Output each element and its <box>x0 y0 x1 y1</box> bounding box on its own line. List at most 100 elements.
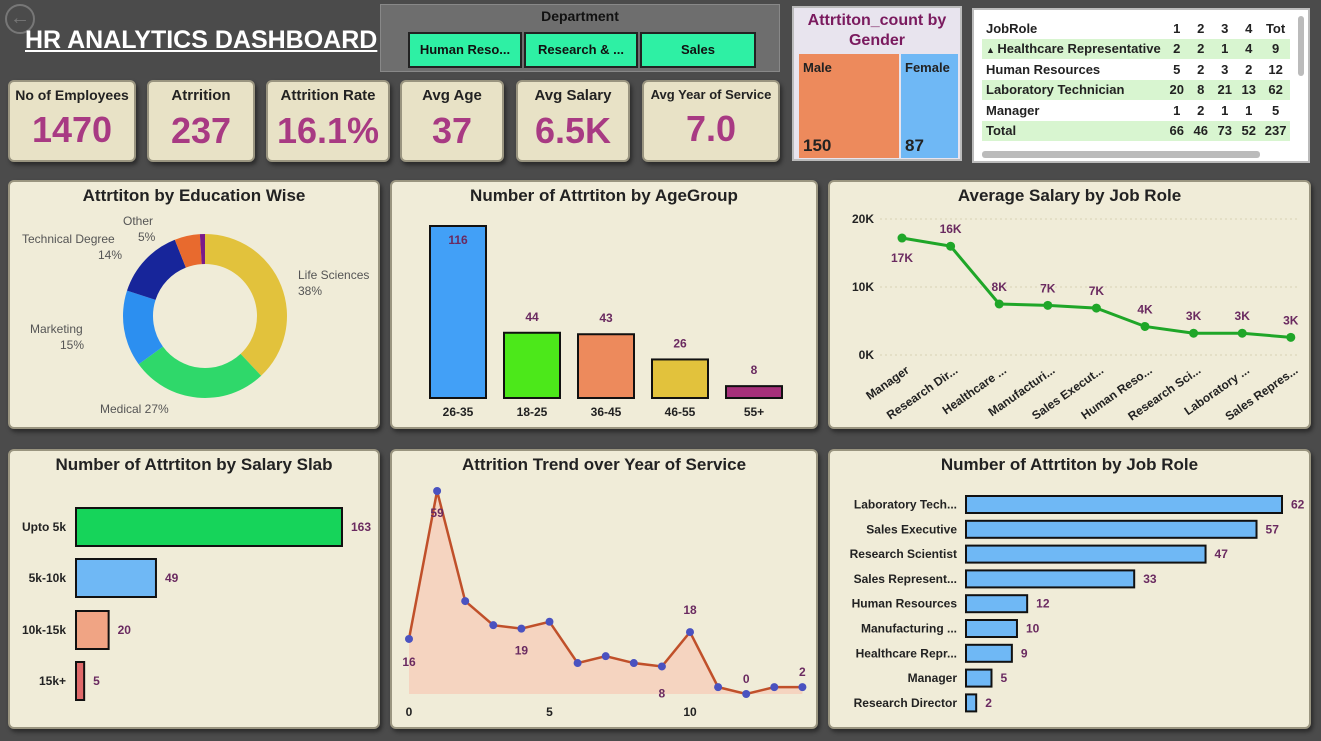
trend-point[interactable] <box>770 683 779 692</box>
matrix-cell: 8 <box>1188 79 1213 100</box>
salaryslab-bar[interactable] <box>75 610 110 650</box>
kpi-label: Avg Salary <box>534 87 612 104</box>
trend-point[interactable] <box>742 690 751 698</box>
matrix-header[interactable]: 3 <box>1213 18 1237 39</box>
salary-point[interactable] <box>994 299 1004 309</box>
trend-point[interactable] <box>489 621 498 630</box>
jobrole-chart-panel: Number of Attrtiton by Job Role 62 Labora… <box>828 449 1311 729</box>
donut-slice[interactable] <box>205 234 287 376</box>
gender-card-title: Attrtiton_count by Gender <box>807 12 947 49</box>
salary-point[interactable] <box>946 241 956 251</box>
donut-label-pct: 15% <box>60 338 84 352</box>
matrix-row-label[interactable]: Laboratory Technician <box>982 79 1165 100</box>
donut-slice[interactable] <box>127 239 186 300</box>
donut-label-pct: 38% <box>298 284 322 298</box>
matrix-header[interactable]: 2 <box>1189 18 1213 39</box>
salaryslab-bar[interactable] <box>75 507 343 547</box>
matrix-row-label[interactable]: Manager <box>982 100 1165 121</box>
education-chart-panel: Attrtiton by Education Wise Life Science… <box>8 180 380 429</box>
department-option-research[interactable]: Research & ... <box>524 32 638 68</box>
salary-point[interactable] <box>1091 303 1101 313</box>
age-bar[interactable] <box>429 225 487 399</box>
jobrole-bar[interactable] <box>965 594 1029 614</box>
salary-point[interactable] <box>1043 300 1053 310</box>
age-bar-label: 43 <box>599 311 613 325</box>
salary-point[interactable] <box>1286 332 1296 342</box>
kpi-value: 16.1% <box>276 110 380 151</box>
salary-data-label: 4K <box>1137 302 1153 316</box>
donut-label: Medical 27% <box>100 402 169 416</box>
donut-label-pct: 5% <box>138 230 156 244</box>
salary-data-label: 16K <box>940 222 962 236</box>
matrix-cell: 21 <box>1212 79 1237 100</box>
age-tick-label: 36-45 <box>591 405 622 419</box>
age-bar[interactable] <box>503 331 561 399</box>
salaryslab-bar-chart: 163 Upto 5k 49 5k-10k 20 10k-15k 5 15k+ <box>22 507 371 701</box>
trend-point[interactable] <box>601 652 610 661</box>
trend-point[interactable] <box>433 487 442 495</box>
department-option-human-resources[interactable]: Human Reso... <box>408 32 522 68</box>
trend-point[interactable] <box>573 659 582 668</box>
salary-data-label: 3K <box>1283 313 1299 327</box>
trend-point[interactable] <box>657 662 666 671</box>
salaryslab-bar[interactable] <box>75 558 157 598</box>
jobrole-bar[interactable] <box>965 544 1207 564</box>
matrix-row-label[interactable]: ▲ Healthcare Representative <box>982 38 1165 59</box>
matrix-header[interactable]: Tot <box>1261 18 1291 39</box>
salary-point[interactable] <box>1189 328 1199 338</box>
salary-data-label: 7K <box>1040 281 1056 295</box>
trend-point[interactable] <box>517 624 526 633</box>
kpi-card-avg-age: Avg Age 37 <box>400 80 504 162</box>
trend-point[interactable] <box>629 659 638 668</box>
salary-point[interactable] <box>1237 328 1247 338</box>
donut-label-name: Marketing <box>30 322 83 336</box>
trend-point[interactable] <box>545 617 554 626</box>
male-block[interactable]: Male 150 <box>799 54 899 158</box>
age-bar[interactable] <box>725 385 783 399</box>
matrix-cell: 73 <box>1212 120 1237 141</box>
salaryslab-bar[interactable] <box>75 661 86 701</box>
jobrole-bar[interactable] <box>965 619 1018 638</box>
trend-point[interactable] <box>461 597 470 606</box>
salary-ytick: 10K <box>852 280 874 294</box>
jobrole-bar[interactable] <box>965 569 1136 589</box>
salary-point[interactable] <box>1140 321 1150 331</box>
matrix-horizontal-scrollbar[interactable] <box>982 151 1260 158</box>
female-block[interactable]: Female 87 <box>901 54 958 158</box>
matrix-header[interactable]: JobRole <box>982 18 1165 39</box>
matrix-cell: 5 <box>1173 61 1181 77</box>
matrix-row-label[interactable]: Human Resources <box>982 59 1165 80</box>
matrix-cell: 237 <box>1260 120 1291 141</box>
department-option-sales[interactable]: Sales <box>640 32 756 68</box>
age-bar[interactable] <box>651 358 709 399</box>
matrix-header[interactable]: 4 <box>1237 18 1261 39</box>
jobrole-value: 33 <box>1143 572 1157 586</box>
kpi-card-attrition-rate: Attrition Rate 16.1% <box>266 80 390 162</box>
trend-point[interactable] <box>686 628 694 637</box>
jobrole-bar[interactable] <box>965 519 1258 539</box>
matrix-cell: 62 <box>1260 79 1291 100</box>
jobrole-bar[interactable] <box>965 495 1283 514</box>
salary-point[interactable] <box>897 233 907 243</box>
jobrole-bar[interactable] <box>965 668 993 688</box>
matrix-header[interactable]: 1 <box>1165 18 1189 39</box>
matrix-row: Laboratory Technician 20 8 21 13 62 <box>982 79 1291 100</box>
jobrole-category: Sales Executive <box>866 522 957 536</box>
trend-point[interactable] <box>798 683 807 692</box>
trend-point[interactable] <box>714 683 723 692</box>
kpi-value: 7.0 <box>685 108 737 149</box>
salary-data-label: 17K <box>891 251 913 265</box>
age-bar[interactable] <box>577 333 635 399</box>
jobrole-matrix-table[interactable]: JobRole 1 2 3 4 Tot ▲ Healthcare Represe… <box>972 8 1310 163</box>
department-slicer-title: Department <box>541 8 619 24</box>
salary-data-label: 3K <box>1235 309 1251 323</box>
expand-icon[interactable]: ▲ <box>986 45 997 55</box>
trend-point[interactable] <box>405 634 413 643</box>
matrix-cell: 2 <box>1164 38 1189 59</box>
jobrole-bar[interactable] <box>965 693 978 713</box>
jobrole-bar[interactable] <box>965 643 1013 663</box>
matrix-cell: 2 <box>1245 61 1253 77</box>
kpi-card-attrition: Atrrition 237 <box>147 80 255 162</box>
matrix-vertical-scrollbar[interactable] <box>1298 16 1304 76</box>
age-tick-label: 46-55 <box>665 405 696 419</box>
